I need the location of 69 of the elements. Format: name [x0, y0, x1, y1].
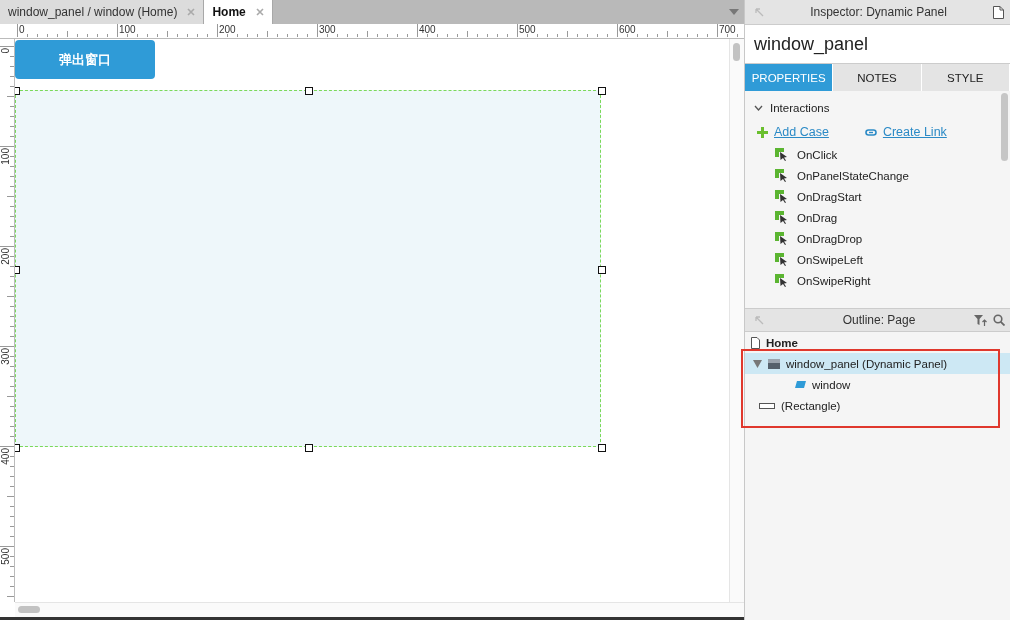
event-cursor-icon [775, 190, 788, 203]
state-icon [795, 381, 806, 388]
event-item[interactable]: OnClick [797, 148, 838, 161]
resize-handle[interactable] [598, 265, 606, 274]
inspector-tab[interactable]: NOTES [833, 64, 922, 91]
horizontal-scrollbar[interactable] [15, 602, 744, 617]
plus-icon [757, 126, 768, 138]
event-item[interactable]: OnSwipeRight [797, 274, 871, 287]
panel-title: Outline: Page [841, 313, 917, 327]
document-tab[interactable]: Home [204, 0, 273, 24]
ruler-label: 0 [0, 48, 11, 54]
outline-item[interactable]: window_panel (Dynamic Panel) [745, 353, 1010, 374]
ruler-label: 400 [419, 24, 436, 35]
scrollbar-thumb[interactable] [1001, 93, 1008, 161]
ruler-label: 600 [619, 24, 636, 35]
ruler-label: 100 [0, 148, 11, 165]
event-cursor-icon [775, 274, 788, 287]
ruler-label: 300 [0, 348, 11, 365]
event-item[interactable]: OnDragStart [797, 190, 862, 203]
pin-icon [755, 7, 764, 17]
widget-name-field[interactable]: window_panel [745, 25, 1010, 64]
resize-handle[interactable] [598, 444, 606, 452]
resize-handle[interactable] [305, 87, 313, 95]
resize-handle[interactable] [305, 444, 313, 452]
event-item[interactable]: OnDragDrop [797, 232, 863, 245]
resize-handle[interactable] [15, 265, 20, 274]
page-icon[interactable] [993, 5, 1004, 19]
event-item[interactable]: OnPanelStateChange [797, 169, 909, 182]
ruler-label: 200 [0, 248, 11, 265]
outline-label: (Rectangle) [781, 399, 841, 412]
ruler-label: 200 [219, 24, 236, 35]
pin-icon [755, 315, 764, 325]
ruler-label: 700 [719, 24, 736, 35]
ruler-label: 300 [319, 24, 336, 35]
event-item[interactable]: OnDrag [797, 211, 838, 224]
ruler-label: 100 [119, 24, 136, 35]
disclosure-triangle-icon[interactable] [753, 359, 762, 368]
event-cursor-icon [775, 211, 788, 224]
event-item[interactable]: OnSwipeLeft [797, 253, 863, 266]
outline-item[interactable]: (Rectangle) [745, 395, 1010, 416]
panel-title: Inspector: Dynamic Panel [810, 5, 947, 19]
action-link[interactable]: Create Link [882, 125, 947, 139]
link-icon [864, 128, 877, 136]
rectangle-icon [759, 402, 775, 409]
ruler-label: 400 [0, 448, 11, 465]
inspector-tab[interactable]: STYLE [921, 64, 1010, 91]
chevron-icon[interactable] [754, 105, 763, 111]
action-link[interactable]: Add Case [774, 125, 829, 139]
ruler-label: 0 [19, 24, 25, 35]
event-cursor-icon [775, 232, 788, 245]
page-icon [751, 336, 760, 349]
event-cursor-icon [775, 169, 788, 182]
resize-handle[interactable] [598, 87, 606, 95]
page-label[interactable]: Home [766, 336, 798, 349]
layers-icon [768, 358, 780, 369]
outline-label: window [812, 378, 851, 391]
section-label: Interactions [770, 102, 830, 114]
outline-item[interactable]: window [745, 374, 1010, 395]
outline-label: window_panel (Dynamic Panel) [786, 357, 948, 370]
filter-icon[interactable] [974, 314, 987, 326]
tab-label: Home [212, 5, 246, 19]
event-cursor-icon [775, 253, 788, 266]
tab-label: window_panel / window (Home) [8, 5, 178, 19]
ruler-label: 500 [519, 24, 536, 35]
ruler-label: 500 [0, 548, 11, 565]
event-cursor-icon [775, 148, 788, 161]
document-tab[interactable]: window_panel / window (Home) [0, 0, 205, 24]
vertical-scrollbar[interactable] [729, 39, 744, 602]
search-icon[interactable] [993, 314, 1005, 326]
